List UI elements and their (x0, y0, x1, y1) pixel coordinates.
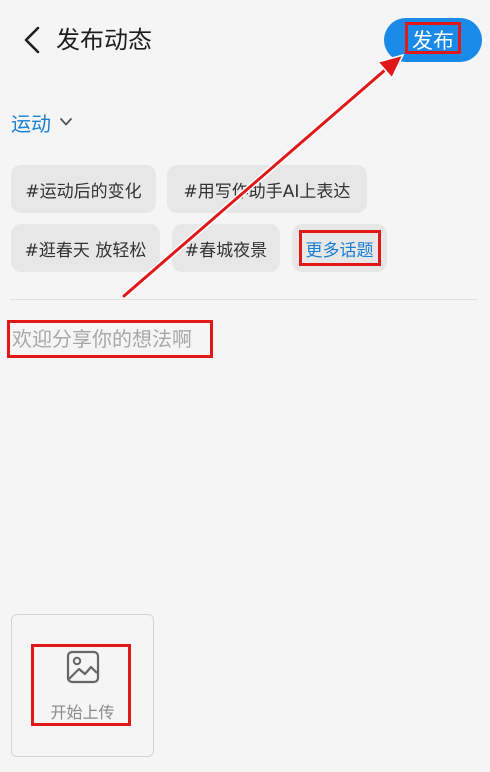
back-button[interactable] (18, 22, 50, 58)
post-content-input[interactable] (10, 318, 474, 590)
page-title: 发布动态 (56, 26, 152, 54)
topic-chip-ai-writing[interactable]: #用写作助手AI上表达 (167, 165, 367, 213)
more-topics-button[interactable]: 更多话题 (292, 224, 387, 272)
divider (10, 299, 477, 300)
chevron-down-icon (60, 118, 72, 126)
category-label: 运动 (11, 111, 51, 136)
upload-image-button[interactable]: 开始上传 (11, 614, 154, 757)
category-selector[interactable]: 运动 (11, 106, 73, 138)
topic-chip-spring-stroll[interactable]: #逛春天 放轻松 (11, 224, 160, 272)
upload-label: 开始上传 (50, 703, 115, 722)
chevron-left-icon (24, 26, 40, 54)
topic-chip-exercise-change[interactable]: #运动后的变化 (11, 165, 156, 213)
image-icon (66, 650, 100, 684)
topic-chip-spring-city-night[interactable]: #春城夜景 (172, 224, 280, 272)
publish-button[interactable]: 发布 (384, 18, 482, 62)
